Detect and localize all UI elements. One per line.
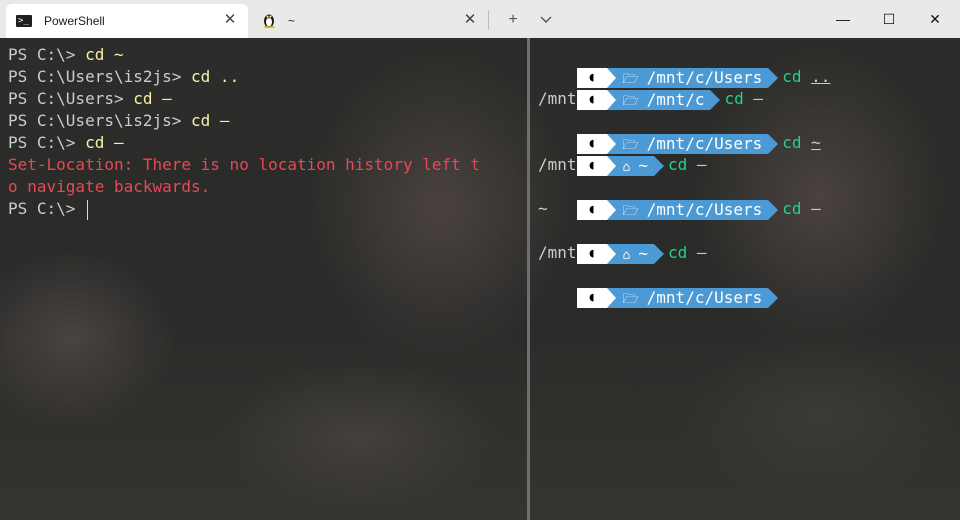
powershell-icon: >_ bbox=[16, 15, 32, 27]
terminal-line: PS C:\> cd ~ bbox=[8, 44, 524, 66]
error-message: Set-Location: There is no location histo… bbox=[8, 155, 481, 174]
terminal-line: PS C:\> bbox=[8, 198, 524, 220]
prompt: PS C:\Users\is2js> bbox=[8, 111, 192, 130]
prompt-path: /mnt/c/Users bbox=[646, 67, 763, 87]
prompt-path: ~ bbox=[638, 155, 648, 175]
home-icon: ⌂ bbox=[622, 159, 631, 175]
ubuntu-icon: ◖ bbox=[576, 287, 616, 308]
ubuntu-icon: ◖ bbox=[576, 243, 616, 264]
title-bar: >_ PowerShell ✕ ~ ✕ + — ☐ ✕ bbox=[0, 0, 960, 39]
terminal-line: PS C:\Users> cd – bbox=[8, 88, 524, 110]
folder-icon: 🗁 bbox=[622, 291, 639, 307]
plus-icon: + bbox=[508, 11, 518, 28]
powerline-prompt: ◖ ⌂ ~ bbox=[576, 243, 665, 264]
command: cd .. bbox=[191, 67, 240, 86]
command: cd bbox=[724, 89, 744, 108]
prompt-path: /mnt/c/Users bbox=[646, 133, 763, 153]
ubuntu-icon: ◖ bbox=[576, 133, 616, 154]
prompt-path: /mnt/c/Users bbox=[646, 287, 763, 307]
powerline-prompt: ◖ 🗁 /mnt/c/Users bbox=[576, 199, 778, 220]
prompt-path: /mnt/c bbox=[646, 89, 705, 109]
tab-separator bbox=[488, 10, 489, 30]
powerline-prompt: ◖ 🗁 /mnt/c/Users bbox=[576, 67, 778, 88]
maximize-button[interactable]: ☐ bbox=[866, 0, 912, 38]
powerline-prompt: ◖ 🗁 /mnt/c bbox=[576, 89, 721, 110]
tab-powershell[interactable]: >_ PowerShell ✕ bbox=[6, 4, 248, 38]
command-arg: – bbox=[753, 89, 763, 108]
prompt-path: ~ bbox=[638, 243, 648, 263]
prompt-path: /mnt/c/Users bbox=[646, 199, 763, 219]
prompt: PS C:\Users\is2js> bbox=[8, 67, 192, 86]
close-icon: ✕ bbox=[929, 11, 941, 27]
terminal-line: ◖ 🗁 /mnt/c/Users cd ~ bbox=[538, 110, 956, 154]
powerline-prompt: ◖ ⌂ ~ bbox=[576, 155, 665, 176]
command-arg: ~ bbox=[811, 133, 821, 152]
minimize-button[interactable]: — bbox=[820, 0, 866, 38]
tab-dropdown-button[interactable] bbox=[531, 6, 561, 34]
ubuntu-icon: ◖ bbox=[576, 199, 616, 220]
command: cd bbox=[782, 67, 802, 86]
terminal-line: PS C:\Users\is2js> cd – bbox=[8, 110, 524, 132]
wsl-pane[interactable]: ◖ 🗁 /mnt/c/Users cd .. ◖ 🗁 /mnt/c cd – /mnt/c/… bbox=[538, 38, 956, 520]
tab-linux[interactable]: ~ ✕ bbox=[252, 4, 488, 38]
tab-label: ~ bbox=[288, 14, 296, 28]
terminal-line: ◖ 🗁 /mnt/c/Users cd .. bbox=[538, 44, 956, 88]
prompt: PS C:\> bbox=[8, 199, 86, 218]
close-tab-icon[interactable]: ✕ bbox=[462, 12, 478, 28]
ubuntu-icon: ◖ bbox=[576, 67, 616, 88]
ubuntu-icon: ◖ bbox=[576, 155, 616, 176]
new-tab-button[interactable]: + bbox=[498, 6, 528, 34]
terminal-line: PS C:\Users\is2js> cd .. bbox=[8, 66, 524, 88]
command: cd bbox=[668, 155, 688, 174]
folder-icon: 🗁 bbox=[622, 203, 639, 219]
linux-penguin-icon bbox=[262, 12, 276, 31]
prompt: PS C:\Users> bbox=[8, 89, 134, 108]
folder-icon: 🗁 bbox=[622, 71, 639, 87]
prompt: PS C:\> bbox=[8, 133, 86, 152]
minimize-icon: — bbox=[836, 11, 850, 27]
powershell-pane[interactable]: PS C:\> cd ~ PS C:\Users\is2js> cd .. PS… bbox=[8, 38, 524, 520]
command: cd bbox=[668, 243, 688, 262]
command-arg: – bbox=[696, 243, 707, 262]
close-tab-icon[interactable]: ✕ bbox=[222, 12, 238, 28]
command: cd – bbox=[85, 133, 124, 152]
terminal-line: ◖ ⌂ ~ cd – bbox=[538, 220, 956, 264]
maximize-icon: ☐ bbox=[882, 11, 896, 27]
folder-icon: 🗁 bbox=[622, 93, 639, 109]
command: cd ~ bbox=[85, 45, 124, 64]
command-arg: .. bbox=[811, 67, 831, 86]
prompt: PS C:\> bbox=[8, 45, 86, 64]
error-message: o navigate backwards. bbox=[8, 177, 211, 196]
powerline-prompt: ◖ 🗁 /mnt/c/Users bbox=[576, 133, 778, 154]
text-cursor bbox=[87, 199, 89, 220]
command: cd – bbox=[191, 111, 230, 130]
terminal-line: ◖ 🗁 /mnt/c/Users cd – bbox=[538, 176, 956, 220]
folder-icon: 🗁 bbox=[622, 137, 639, 153]
pane-divider[interactable] bbox=[527, 38, 530, 520]
command: cd bbox=[782, 199, 802, 218]
command-arg: – bbox=[811, 199, 821, 218]
powerline-prompt: ◖ 🗁 /mnt/c/Users bbox=[576, 287, 778, 308]
chevron-down-icon bbox=[540, 16, 552, 23]
command: cd bbox=[782, 133, 802, 152]
close-window-button[interactable]: ✕ bbox=[912, 0, 958, 38]
home-icon: ⌂ bbox=[622, 247, 631, 263]
command-arg: – bbox=[696, 155, 707, 174]
terminal-line: PS C:\> cd – bbox=[8, 132, 524, 154]
terminal-line: ◖ 🗁 /mnt/c/Users bbox=[538, 264, 956, 308]
command: cd – bbox=[133, 89, 172, 108]
ubuntu-icon: ◖ bbox=[576, 89, 616, 110]
tab-label: PowerShell bbox=[44, 14, 105, 28]
